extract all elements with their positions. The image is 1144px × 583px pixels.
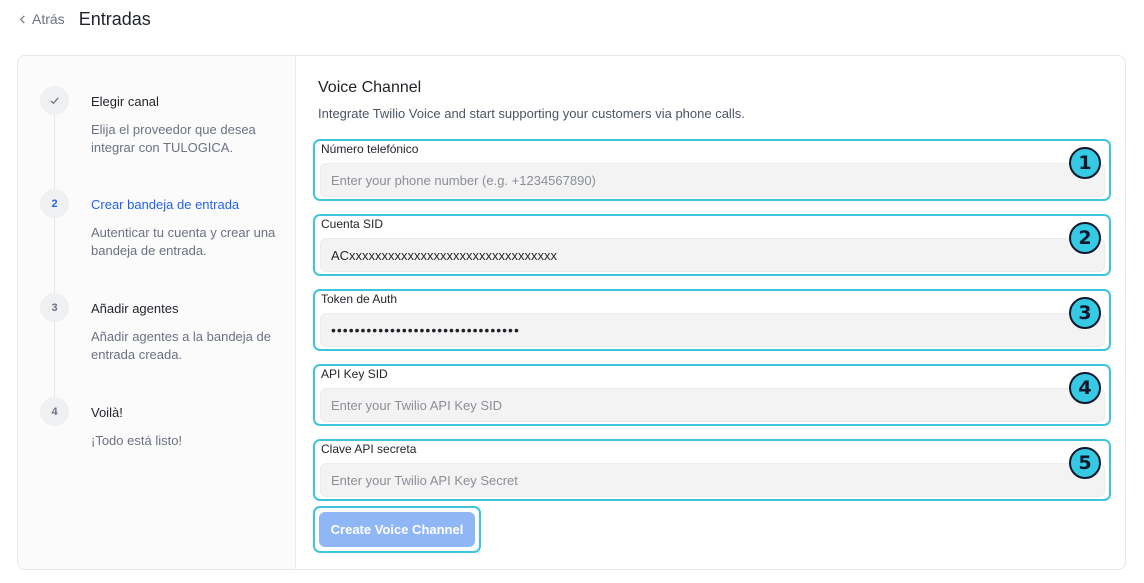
field-label: Token de Auth: [321, 292, 398, 306]
step-title: Añadir agentes: [91, 301, 179, 316]
annotation-badge: 4: [1069, 372, 1101, 404]
steps-sidebar: Elegir canal Elija el proveedor que dese…: [18, 56, 296, 569]
api-key-sid-field: API Key SID 4: [313, 364, 1111, 426]
field-label: Cuenta SID: [321, 217, 384, 231]
phone-number-input[interactable]: [320, 163, 1105, 197]
back-label[interactable]: Atrás: [32, 11, 65, 27]
submit-highlight: Create Voice Channel: [313, 506, 481, 553]
voice-channel-form: Voice Channel Integrate Twilio Voice and…: [296, 56, 1125, 569]
chevron-left-icon: [19, 14, 25, 24]
step-title: Crear bandeja de entrada: [91, 197, 240, 212]
step-description: Añadir agentes a la bandeja de entrada c…: [91, 329, 271, 362]
checkmark-icon: [50, 97, 59, 105]
step-done-circle: [40, 86, 69, 115]
auth-token-input[interactable]: [320, 313, 1105, 347]
page-title: Entradas: [78, 8, 151, 29]
step-number: 2: [40, 189, 69, 218]
steps-rail: [54, 98, 55, 410]
step-title: Elegir canal: [91, 94, 159, 109]
phone-number-field: Número telefónico 1: [313, 139, 1111, 201]
annotation-badge: 2: [1069, 222, 1101, 254]
api-key-secret-field: Clave API secreta 5: [313, 439, 1111, 501]
form-subtitle: Integrate Twilio Voice and start support…: [318, 106, 745, 121]
step-title: Voilà!: [91, 405, 123, 420]
account-sid-field: Cuenta SID 2: [313, 214, 1111, 276]
step-description: Elija el proveedor que desea integrar co…: [91, 122, 256, 155]
api-key-sid-input[interactable]: [320, 388, 1105, 422]
field-label: Clave API secreta: [321, 442, 417, 456]
auth-token-field: Token de Auth 3: [313, 289, 1111, 351]
form-title: Voice Channel: [318, 79, 422, 96]
annotation-badge: 5: [1069, 447, 1101, 479]
step-number: 4: [40, 397, 69, 426]
api-key-secret-input[interactable]: [320, 463, 1105, 497]
setup-card: Elegir canal Elija el proveedor que dese…: [17, 55, 1126, 570]
top-bar: Atrás Entradas: [18, 8, 151, 30]
step-description: ¡Todo está listo!: [91, 433, 183, 448]
create-voice-channel-button[interactable]: Create Voice Channel: [319, 512, 475, 547]
account-sid-input[interactable]: [320, 238, 1105, 272]
back-link[interactable]: Atrás: [18, 11, 65, 27]
step-description: Autenticar tu cuenta y crear una bandeja…: [91, 225, 276, 258]
annotation-badge: 3: [1069, 297, 1101, 329]
step-number: 3: [40, 293, 69, 322]
field-label: Número telefónico: [321, 142, 419, 156]
field-label: API Key SID: [321, 367, 388, 381]
annotation-badge: 1: [1069, 147, 1101, 179]
